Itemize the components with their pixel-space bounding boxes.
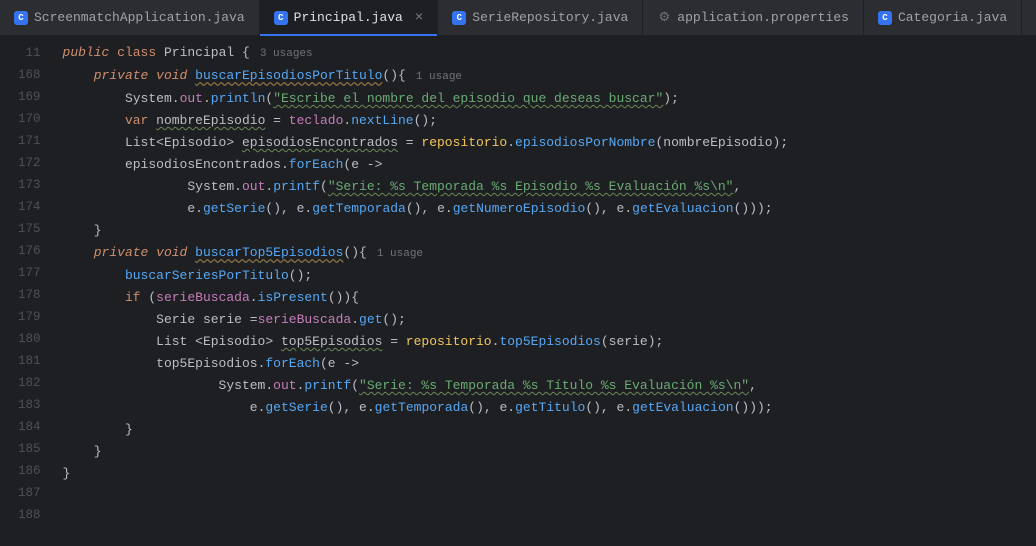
code-line: private void buscarTop5Episodios(){1 usa… [55,242,1036,265]
tab-serie[interactable]: C Serie.java [1022,0,1036,35]
tab-bar: C ScreenmatchApplication.java C Principa… [0,0,1036,36]
tab-serierepository[interactable]: C SerieRepository.java [438,0,643,35]
tab-label: application.properties [677,10,849,25]
code-line: } [55,463,1036,485]
class-icon: C [274,11,288,25]
code-line: } [55,419,1036,441]
editor[interactable]: 11168169 170171172 173174175 176177178 1… [0,36,1036,546]
tab-categoria[interactable]: C Categoria.java [864,0,1022,35]
tab-application-properties[interactable]: ⚙ application.properties [643,0,864,35]
close-icon[interactable]: × [415,10,423,26]
code-line: episodiosEncontrados.forEach(e -> [55,154,1036,176]
code-line: List <Episodio> top5Episodios = reposito… [55,331,1036,353]
tab-label: ScreenmatchApplication.java [34,10,245,25]
code-line: private void buscarEpisodiosPorTitulo(){… [55,65,1036,88]
tab-label: Principal.java [294,10,403,25]
tab-principal[interactable]: C Principal.java × [260,0,439,35]
class-icon: C [14,11,28,25]
code-line: System.out.printf("Serie: %s Temporada %… [55,375,1036,397]
code-line: } [55,441,1036,463]
code-line: List<Episodio> episodiosEncontrados = re… [55,132,1036,154]
tab-label: SerieRepository.java [472,10,628,25]
tab-label: Categoria.java [898,10,1007,25]
code-line: Serie serie =serieBuscada.get(); [55,309,1036,331]
code-line: if (serieBuscada.isPresent()){ [55,287,1036,309]
class-icon: C [452,11,466,25]
code-area[interactable]: public class Principal {3 usages private… [55,36,1036,546]
code-line: var nombreEpisodio = teclado.nextLine(); [55,110,1036,132]
code-line: System.out.println("Escribe el nombre de… [55,88,1036,110]
gutter: 11168169 170171172 173174175 176177178 1… [0,36,55,546]
code-line: public class Principal {3 usages [55,42,1036,65]
code-line: e.getSerie(), e.getTemporada(), e.getNum… [55,198,1036,220]
code-line: e.getSerie(), e.getTemporada(), e.getTit… [55,397,1036,419]
tab-screenmatch[interactable]: C ScreenmatchApplication.java [0,0,260,35]
code-line: top5Episodios.forEach(e -> [55,353,1036,375]
code-line: } [55,220,1036,242]
gear-icon: ⚙ [657,11,671,25]
code-line: System.out.printf("Serie: %s Temporada %… [55,176,1036,198]
code-line: buscarSeriesPorTitulo(); [55,265,1036,287]
class-icon: C [878,11,892,25]
